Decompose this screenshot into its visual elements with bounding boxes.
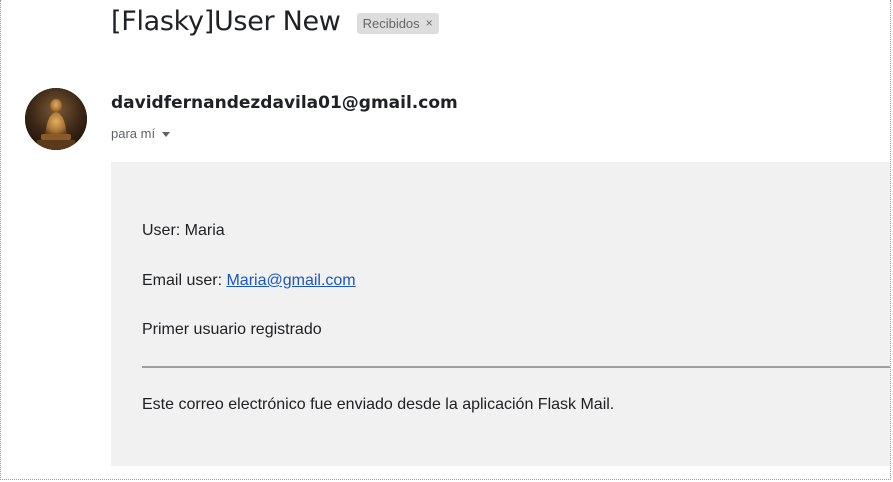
avatar-image xyxy=(25,88,87,150)
footer-line: Este correo electrónico fue enviado desd… xyxy=(142,396,615,413)
inbox-label-text: Recibidos xyxy=(362,15,420,31)
email-user-line: Email user: Maria@gmail.com xyxy=(142,272,356,290)
email-body: User: Maria Email user: Maria@gmail.com … xyxy=(111,162,890,466)
email-user-link[interactable]: Maria@gmail.com xyxy=(226,272,355,289)
email-subject: [Flasky]User New xyxy=(111,6,341,37)
sender-address[interactable]: davidfernandezdavila01@gmail.com xyxy=(111,93,458,113)
inbox-label-chip[interactable]: Recibidos × xyxy=(356,12,439,34)
recipient-label: para mí xyxy=(111,126,156,141)
message-line: Primer usuario registrado xyxy=(142,321,322,338)
recipient-row[interactable]: para mí xyxy=(111,126,171,141)
avatar[interactable] xyxy=(25,88,87,150)
subject-row: [Flasky]User New Recibidos × xyxy=(111,6,439,37)
email-user-prefix: Email user: xyxy=(142,272,227,289)
close-icon[interactable]: × xyxy=(426,16,433,30)
chevron-down-icon[interactable] xyxy=(162,131,171,137)
divider xyxy=(142,366,890,368)
user-line: User: Maria xyxy=(142,222,225,239)
email-view: [Flasky]User New Recibidos × davidfernan… xyxy=(0,0,891,480)
